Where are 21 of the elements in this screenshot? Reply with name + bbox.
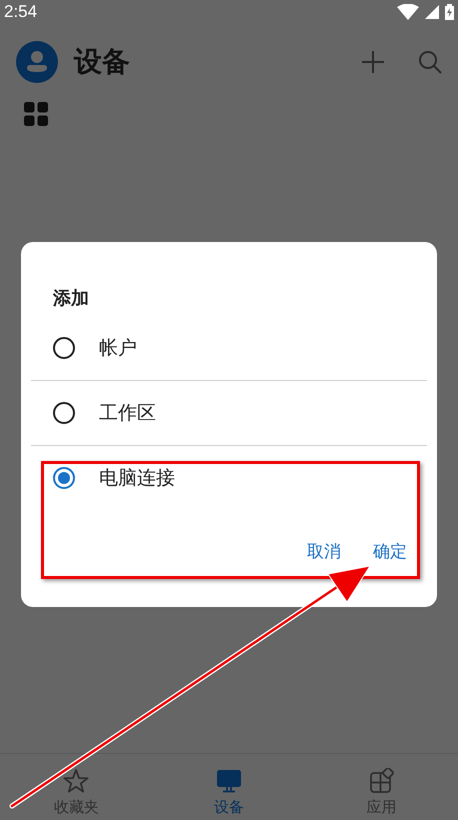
avatar-icon[interactable] bbox=[16, 41, 58, 83]
grid-view-icon[interactable] bbox=[24, 102, 48, 126]
cancel-button[interactable]: 取消 bbox=[307, 536, 341, 567]
search-icon[interactable] bbox=[418, 50, 442, 74]
dialog-title: 添加 bbox=[52, 287, 90, 311]
apps-icon bbox=[368, 768, 395, 794]
status-time: 2:54 bbox=[4, 2, 38, 22]
radio-button[interactable] bbox=[53, 337, 75, 359]
ok-button[interactable]: 确定 bbox=[373, 536, 407, 567]
option-label[interactable]: 帐户 bbox=[99, 335, 137, 361]
star-icon bbox=[63, 768, 90, 794]
monitor-icon bbox=[216, 768, 242, 794]
option-label[interactable]: 电脑连接 bbox=[99, 465, 175, 491]
battery-icon bbox=[445, 4, 454, 20]
radio-button[interactable] bbox=[53, 467, 75, 489]
wifi-icon bbox=[397, 4, 419, 20]
signal-icon bbox=[425, 5, 439, 19]
add-icon[interactable] bbox=[360, 49, 386, 75]
page-title: 设备 bbox=[74, 44, 130, 80]
radio-button[interactable] bbox=[53, 402, 75, 424]
option-label[interactable]: 工作区 bbox=[99, 400, 156, 426]
